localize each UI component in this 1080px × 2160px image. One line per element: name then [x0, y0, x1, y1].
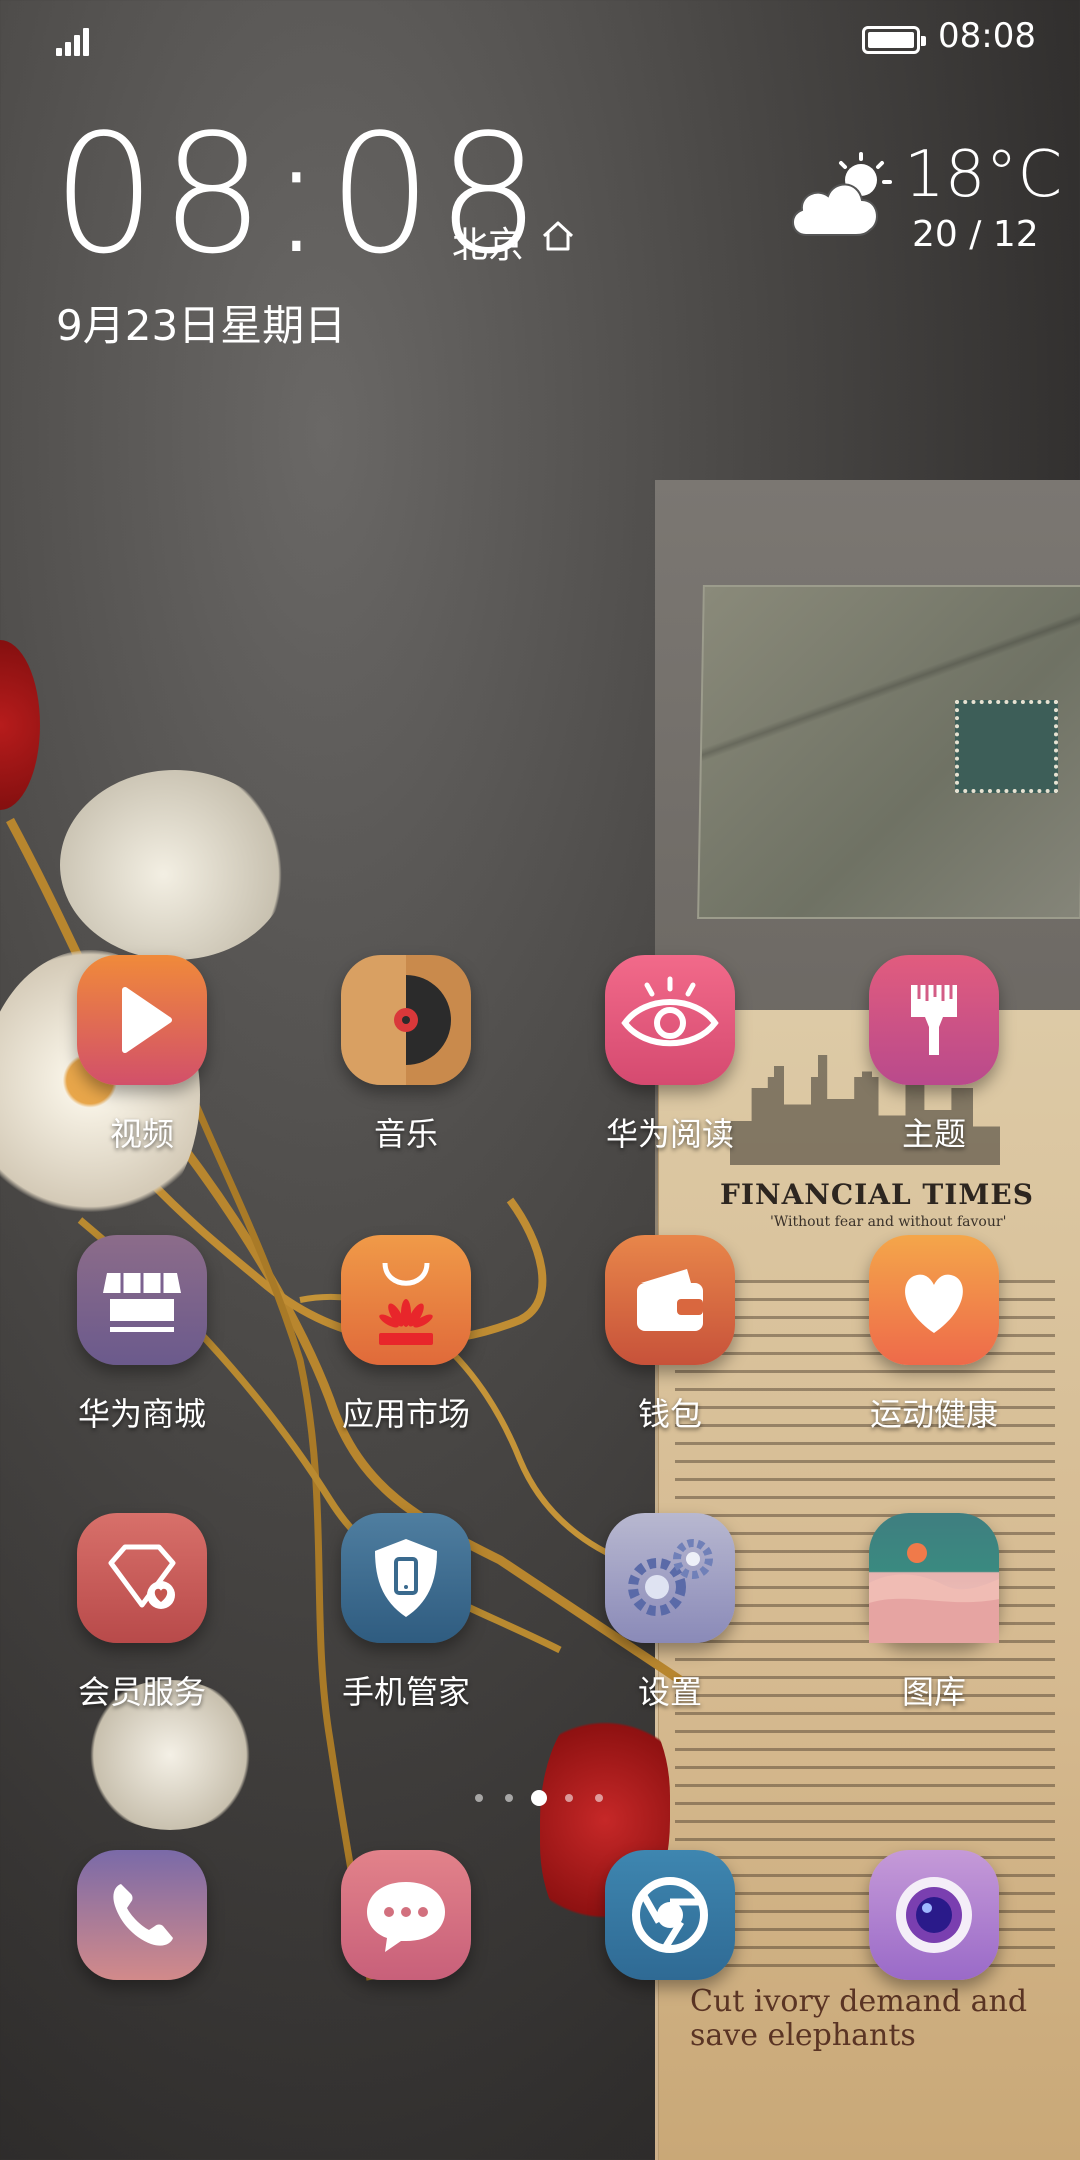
page-indicator[interactable]: [475, 1790, 615, 1806]
eye-reading-icon: [605, 955, 735, 1085]
heart-icon: [869, 1235, 999, 1365]
page-dot-active[interactable]: [531, 1790, 547, 1806]
app-themes[interactable]: 主题: [834, 955, 1034, 1175]
gear-icon: [605, 1513, 735, 1643]
app-label: 运动健康: [869, 1395, 998, 1433]
app-appgallery[interactable]: 应用市场: [306, 1235, 506, 1455]
app-gallery[interactable]: 图库: [834, 1513, 1034, 1733]
app-label: 会员服务: [77, 1673, 206, 1711]
app-health[interactable]: 运动健康: [834, 1235, 1034, 1455]
home-icon: [542, 221, 574, 251]
wallpaper-stamp: [955, 700, 1058, 793]
app-video[interactable]: 视频: [42, 955, 242, 1175]
temperature: 18°C: [904, 138, 1063, 212]
app-label: 主题: [901, 1115, 966, 1153]
app-settings[interactable]: 设置: [570, 1513, 770, 1733]
dock-browser[interactable]: [570, 1850, 770, 2000]
message-icon: [341, 1850, 471, 1980]
temperature-range: 20 / 12: [912, 214, 1039, 255]
app-member-service[interactable]: 会员服务: [42, 1513, 242, 1733]
paintbrush-icon: [869, 955, 999, 1085]
date-text: 9月23日星期日: [56, 301, 347, 350]
dock-camera[interactable]: [834, 1850, 1034, 2000]
dock-phone[interactable]: [42, 1850, 242, 2000]
shopping-bag-icon: [341, 1235, 471, 1365]
red-flower: [0, 640, 40, 810]
page-dot[interactable]: [565, 1794, 573, 1802]
app-label: 图库: [901, 1673, 966, 1711]
app-phone-manager[interactable]: 手机管家: [306, 1513, 506, 1733]
page-dot[interactable]: [475, 1794, 483, 1802]
newspaper-title: FINANCIAL TIMES: [720, 1178, 1034, 1211]
signal-icon: [56, 24, 96, 56]
status-bar: 08:08: [0, 0, 1080, 80]
phone-icon: [77, 1850, 207, 1980]
camera-icon: [869, 1850, 999, 1980]
status-time: 08:08: [938, 16, 1036, 56]
app-label: 手机管家: [341, 1673, 470, 1711]
app-wallet[interactable]: 钱包: [570, 1235, 770, 1455]
app-label: 应用市场: [341, 1395, 470, 1433]
app-label: 华为商城: [77, 1395, 206, 1433]
newspaper-tagline: 'Without fear and without favour': [770, 1214, 1007, 1230]
city-name: 北京: [452, 225, 525, 266]
music-disc-icon: [341, 955, 471, 1085]
store-icon: [77, 1235, 207, 1365]
app-label: 视频: [109, 1115, 174, 1153]
app-label: 华为阅读: [605, 1115, 734, 1153]
app-label: 钱包: [637, 1395, 702, 1433]
app-huawei-reading[interactable]: 华为阅读: [570, 955, 770, 1175]
app-huawei-store[interactable]: 华为商城: [42, 1235, 242, 1455]
browser-icon: [605, 1850, 735, 1980]
partly-cloudy-icon: [792, 152, 892, 236]
app-label: 设置: [637, 1673, 702, 1711]
video-play-icon: [77, 955, 207, 1085]
app-label: 音乐: [373, 1115, 438, 1153]
dock-messages[interactable]: [306, 1850, 506, 2000]
white-flower: [60, 770, 290, 960]
page-dot[interactable]: [595, 1794, 603, 1802]
page-dot[interactable]: [505, 1794, 513, 1802]
diamond-icon: [77, 1513, 207, 1643]
shield-phone-icon: [341, 1513, 471, 1643]
battery-icon: [862, 26, 926, 54]
landscape-icon: [869, 1513, 999, 1643]
wallet-icon: [605, 1235, 735, 1365]
app-music[interactable]: 音乐: [306, 955, 506, 1175]
